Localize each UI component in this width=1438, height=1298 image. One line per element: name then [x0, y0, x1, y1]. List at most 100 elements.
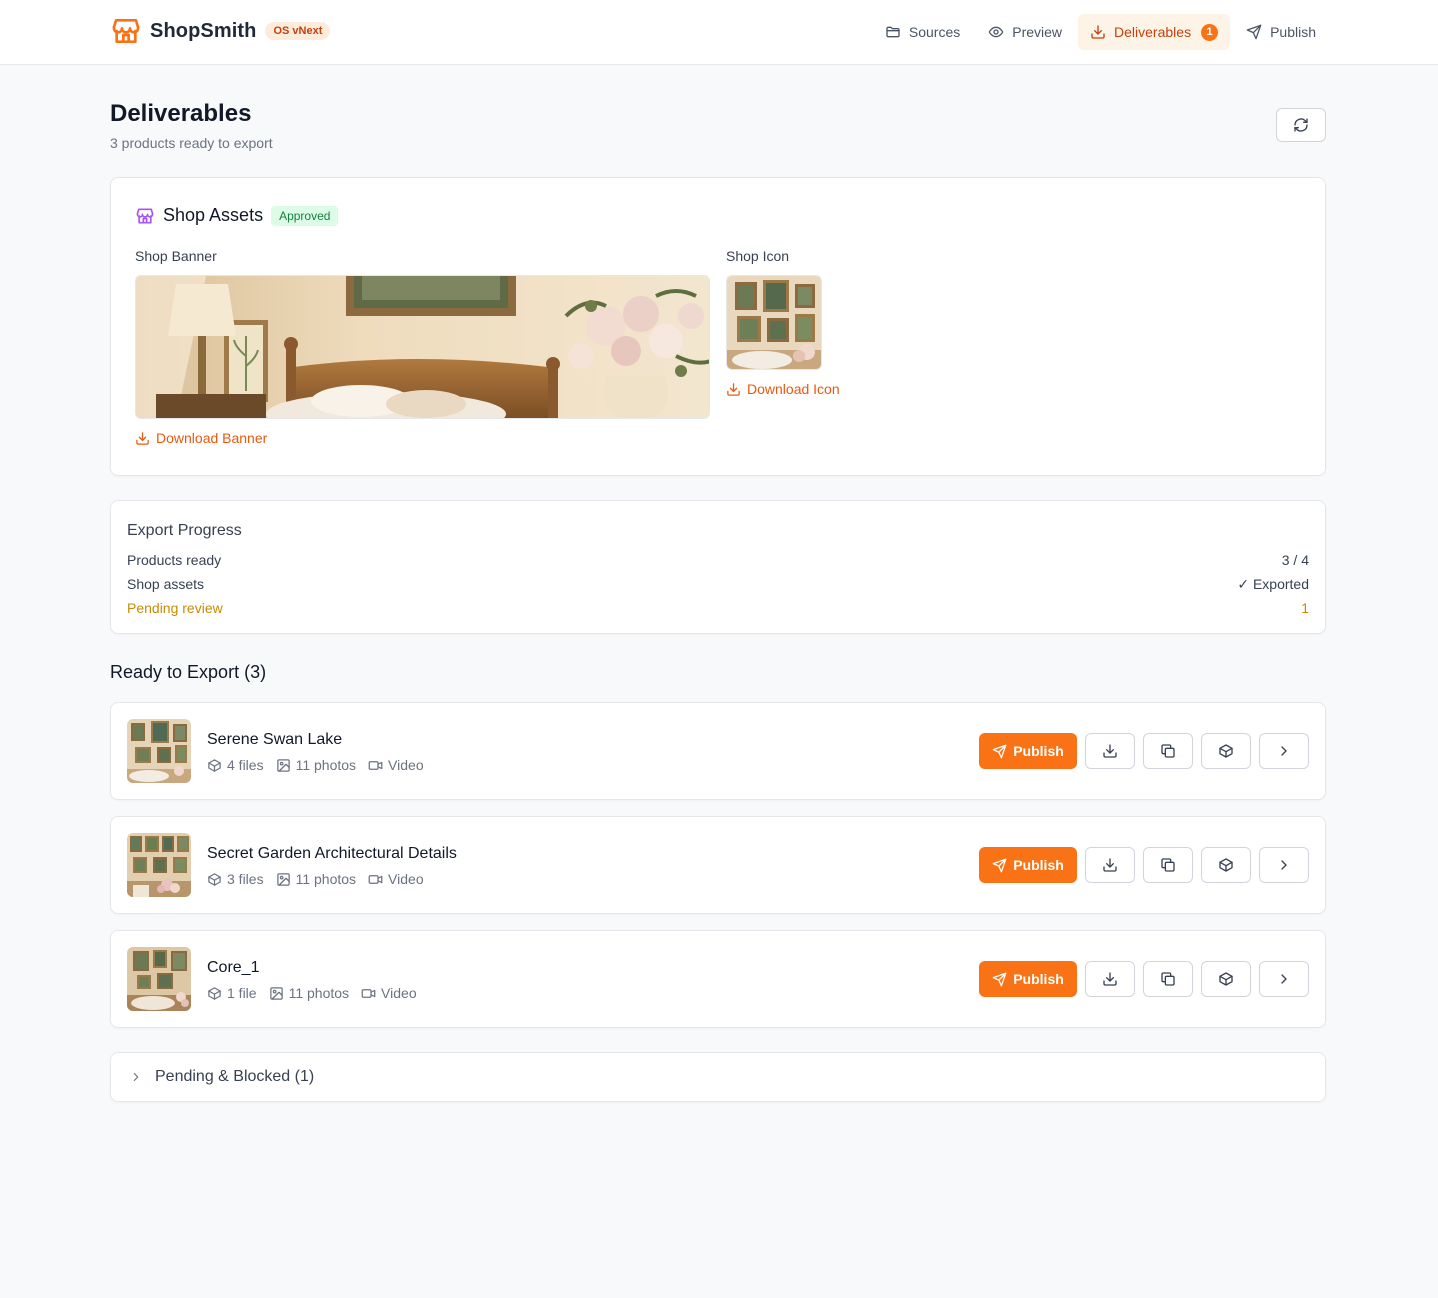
download-icon: [1103, 858, 1117, 872]
product-thumbnail: [127, 947, 191, 1011]
product-meta: 4 files 11 photos Video: [207, 757, 436, 773]
shop-icon-image: [726, 275, 822, 370]
image-icon: [276, 872, 290, 886]
export-progress-title: Export Progress: [127, 522, 242, 539]
send-icon: [992, 744, 1007, 758]
product-meta: 3 files 11 photos Video: [207, 871, 436, 887]
copy-icon: [1161, 972, 1175, 986]
download-banner-link[interactable]: Download Banner: [135, 430, 267, 446]
video-icon: [368, 874, 383, 884]
store-icon: [136, 208, 154, 223]
shop-banner-image: [135, 275, 710, 419]
shop-assets-card: Shop Assets Approved Shop Banner Shop Ic…: [110, 177, 1326, 476]
download-icon: [136, 431, 149, 445]
product-thumbnail: [127, 833, 191, 897]
folder-icon: [886, 26, 900, 38]
copy-button[interactable]: [1143, 961, 1193, 997]
product-name: Core_1: [207, 959, 260, 976]
page-title: Deliverables: [110, 100, 252, 127]
open-details-button[interactable]: [1259, 961, 1309, 997]
package-button[interactable]: [1201, 847, 1251, 883]
download-button[interactable]: [1085, 733, 1135, 769]
shop-banner-label: Shop Banner: [135, 248, 217, 264]
download-icon: [1103, 744, 1117, 758]
download-button[interactable]: [1085, 961, 1135, 997]
download-icon: [727, 382, 740, 396]
video-icon: [361, 988, 376, 998]
product-name: Secret Garden Architectural Details: [207, 845, 457, 862]
copy-button[interactable]: [1143, 847, 1193, 883]
video-indicator: Video: [368, 757, 424, 773]
product-card[interactable]: Core_1 1 file 11 photos Video Publish: [110, 930, 1326, 1028]
download-icon-link[interactable]: Download Icon: [726, 381, 840, 397]
product-meta: 1 file 11 photos Video: [207, 985, 429, 1001]
package-button[interactable]: [1201, 961, 1251, 997]
ready-to-export-title: Ready to Export (3): [110, 662, 267, 682]
progress-value: 3 / 4: [1281, 552, 1309, 568]
package-icon: [208, 758, 221, 772]
package-icon: [208, 986, 221, 1000]
publish-button-label: Publish: [1013, 971, 1064, 987]
product-name: Serene Swan Lake: [207, 731, 343, 748]
nav-preview[interactable]: Preview: [976, 14, 1074, 50]
video-label: Video: [388, 757, 424, 773]
publish-button-label: Publish: [1013, 857, 1064, 873]
pending-blocked-section[interactable]: Pending & Blocked (1): [110, 1052, 1326, 1102]
chevron-right-icon: [1281, 746, 1287, 756]
top-navigation-bar: ShopSmith OS vNext Sources Preview Deliv…: [0, 0, 1438, 65]
package-icon: [1219, 744, 1233, 758]
file-count: 3 files: [207, 871, 264, 887]
product-actions: Publish: [979, 847, 1309, 883]
app-name: ShopSmith: [150, 19, 257, 42]
send-icon: [992, 972, 1007, 986]
version-badge: OS vNext: [265, 22, 331, 40]
progress-row-products: Products ready 3 / 4: [127, 552, 1309, 568]
nav-deliverables[interactable]: Deliverables 1: [1078, 14, 1231, 50]
video-label: Video: [381, 985, 417, 1001]
photo-count-label: 11 photos: [295, 757, 357, 773]
progress-label: Products ready: [127, 552, 222, 568]
photo-count-label: 11 photos: [288, 985, 350, 1001]
product-thumbnail: [127, 719, 191, 783]
file-count-label: 3 files: [227, 871, 264, 887]
progress-row-shop-assets: Shop assets ✓ Exported: [127, 576, 1309, 593]
nav-sources[interactable]: Sources: [873, 14, 972, 50]
brand[interactable]: ShopSmith OS vNext: [110, 15, 331, 47]
video-icon: [368, 760, 383, 770]
download-icon: [1091, 25, 1105, 39]
chevron-right-icon: [1281, 974, 1287, 984]
send-icon: [992, 858, 1007, 872]
photo-count: 11 photos: [276, 871, 356, 887]
refresh-icon: [1294, 118, 1308, 132]
product-card[interactable]: Serene Swan Lake 4 files 11 photos Video…: [110, 702, 1326, 800]
copy-button[interactable]: [1143, 733, 1193, 769]
publish-button[interactable]: Publish: [979, 961, 1077, 997]
progress-label: Pending review: [127, 600, 223, 616]
publish-button[interactable]: Publish: [979, 847, 1077, 883]
package-icon: [208, 872, 221, 886]
progress-row-pending: Pending review 1: [127, 600, 1309, 616]
package-button[interactable]: [1201, 733, 1251, 769]
open-details-button[interactable]: [1259, 847, 1309, 883]
file-count: 1 file: [207, 985, 257, 1001]
nav-publish[interactable]: Publish: [1234, 14, 1328, 50]
download-button[interactable]: [1085, 847, 1135, 883]
shop-assets-header: Shop Assets Approved: [135, 205, 339, 226]
video-indicator: Video: [361, 985, 417, 1001]
copy-icon: [1161, 744, 1175, 758]
export-progress-card: Export Progress Products ready 3 / 4 Sho…: [110, 500, 1326, 634]
status-badge: Approved: [271, 205, 339, 226]
pending-blocked-title: Pending & Blocked (1): [155, 1068, 315, 1085]
nav-sources-label: Sources: [908, 24, 961, 40]
nav-publish-label: Publish: [1270, 24, 1316, 40]
chevron-right-icon: [1281, 860, 1287, 870]
eye-icon: [988, 26, 1004, 38]
publish-button[interactable]: Publish: [979, 733, 1077, 769]
product-card[interactable]: Secret Garden Architectural Details 3 fi…: [110, 816, 1326, 914]
file-count-label: 1 file: [227, 985, 257, 1001]
nav-deliverables-label: Deliverables: [1114, 24, 1192, 40]
video-indicator: Video: [368, 871, 424, 887]
video-label: Video: [388, 871, 424, 887]
refresh-button[interactable]: [1276, 108, 1326, 142]
open-details-button[interactable]: [1259, 733, 1309, 769]
